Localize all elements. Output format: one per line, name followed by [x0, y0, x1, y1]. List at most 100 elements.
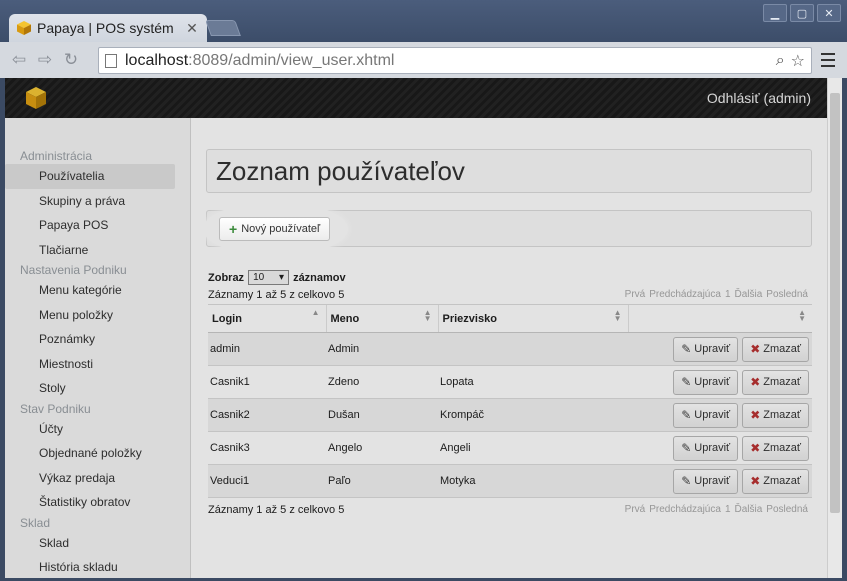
pager-first[interactable]: Prvá — [625, 504, 646, 515]
cell-priezvisko: Lopata — [438, 365, 628, 399]
users-table: Login ▲ Meno ▲ ▼ Priezvisko ▲ ▼ ▲ ▼ admin Admi… — [208, 304, 812, 498]
sidebar-item-poznamky[interactable]: Poznámky — [5, 327, 175, 352]
edit-button[interactable]: ✎ Upraviť — [673, 402, 739, 428]
delete-x-icon: ✖ — [750, 441, 761, 455]
page-title-panel: Zoznam používateľov — [206, 149, 812, 193]
papaya-logo-icon[interactable] — [25, 86, 47, 110]
sidebar-item-menu-kategorie[interactable]: Menu kategórie — [5, 278, 175, 303]
pencil-icon: ✎ — [681, 441, 692, 455]
page-length-select[interactable]: 10 ▾ — [248, 270, 290, 285]
sidebar-item-papaya-pos[interactable]: Papaya POS — [5, 213, 175, 238]
edit-button[interactable]: ✎ Upraviť — [673, 336, 739, 362]
cell-priezvisko: Angeli — [438, 431, 628, 465]
pager-bottom: Prvá Predchádzajúca 1 Ďalšia Posledná — [625, 504, 808, 515]
sidebar-item-pouzivatelia[interactable]: Používatelia — [5, 164, 175, 189]
reload-icon[interactable]: ↻ — [60, 49, 82, 71]
delete-button[interactable]: ✖ Zmazať — [742, 402, 809, 428]
search-icon[interactable]: ⌕ — [776, 52, 785, 70]
back-arrow-icon[interactable]: ⇦ — [8, 49, 30, 71]
pager-previous[interactable]: Predchádzajúca — [649, 504, 721, 515]
forward-arrow-icon[interactable]: ⇨ — [34, 49, 56, 71]
length-suffix: záznamov — [293, 271, 346, 284]
pager-last[interactable]: Posledná — [766, 289, 808, 300]
pager-next[interactable]: Ďalšia — [735, 504, 763, 515]
vertical-scrollbar[interactable] — [827, 78, 842, 578]
sidebar-item-statistiky[interactable]: Štatistiky obratov — [5, 490, 175, 515]
table-info-top: Záznamy 1 až 5 z celkovo 5 — [208, 289, 345, 301]
sidebar-item-historia-skladu[interactable]: História skladu — [5, 555, 175, 578]
logout-link[interactable]: Odhlásiť (admin) — [707, 90, 811, 106]
page-icon — [105, 53, 117, 68]
chrome-menu-icon[interactable] — [821, 53, 835, 67]
column-header-priezvisko[interactable]: Priezvisko ▲ ▼ — [437, 304, 628, 333]
sidebar-item-skupiny[interactable]: Skupiny a práva — [5, 189, 175, 214]
pager-first[interactable]: Prvá — [625, 289, 646, 300]
column-header-meno[interactable]: Meno ▲ ▼ — [325, 304, 438, 333]
chevron-down-icon: ▾ — [279, 272, 285, 283]
edit-button[interactable]: ✎ Upraviť — [673, 369, 739, 395]
pager-page-1[interactable]: 1 — [725, 289, 731, 300]
maximize-button[interactable]: ▢ — [790, 4, 814, 22]
sidebar-item-vykaz-predaja[interactable]: Výkaz predaja — [5, 466, 175, 491]
cell-login: Veduci1 — [208, 464, 326, 498]
sidebar-group-sklad: Sklad — [20, 515, 51, 530]
pager-previous[interactable]: Predchádzajúca — [649, 289, 721, 300]
url-text[interactable]: localhost:8089/admin/view_user.xhtml — [125, 52, 770, 70]
new-tab-button[interactable] — [205, 20, 241, 36]
app-header: Odhlásiť (admin) — [5, 78, 827, 118]
tab-close-icon[interactable]: ✕ — [185, 20, 199, 37]
delete-button[interactable]: ✖ Zmazať — [742, 435, 809, 461]
pager-last[interactable]: Posledná — [766, 504, 808, 515]
table-row: Casnik3 Angelo Angeli ✎ Upraviť ✖ Zmazať — [208, 431, 812, 465]
sidebar-item-sklad[interactable]: Sklad — [5, 531, 175, 556]
edit-button[interactable]: ✎ Upraviť — [673, 468, 739, 494]
sidebar-item-menu-polozky[interactable]: Menu položky — [5, 303, 175, 328]
cell-priezvisko: Motyka — [438, 464, 628, 498]
delete-x-icon: ✖ — [750, 408, 761, 422]
delete-button[interactable]: ✖ Zmazať — [742, 369, 809, 395]
delete-button[interactable]: ✖ Zmazať — [742, 468, 809, 494]
table-info-bottom: Záznamy 1 až 5 z celkovo 5 — [208, 504, 345, 516]
close-window-button[interactable]: ✕ — [817, 4, 841, 22]
sidebar-item-miestnosti[interactable]: Miestnosti — [5, 352, 175, 377]
cell-login: Casnik1 — [208, 365, 326, 399]
cell-priezvisko: Krompáč — [438, 398, 628, 432]
sidebar-group-nastavenia: Nastavenia Podniku — [20, 263, 127, 277]
column-header-actions[interactable]: ▲ ▼ — [627, 304, 812, 333]
page-length-control: Zobraz 10 ▾ záznamov — [208, 270, 346, 285]
sort-icon: ▲ ▼ — [613, 308, 622, 323]
sidebar-item-objednane-polozky[interactable]: Objednané položky — [5, 441, 175, 466]
sidebar-item-tlaciarne[interactable]: Tlačiarne — [5, 238, 175, 263]
browser-tab[interactable]: Papaya | POS systém ✕ — [9, 14, 207, 42]
pencil-icon: ✎ — [681, 375, 692, 389]
browser-toolbar: ⇦ ⇨ ↻ localhost:8089/admin/view_user.xht… — [0, 42, 847, 78]
scrollbar-thumb[interactable] — [830, 93, 840, 513]
sidebar-item-ucty[interactable]: Účty — [5, 417, 175, 442]
pencil-icon: ✎ — [681, 408, 692, 422]
edit-button[interactable]: ✎ Upraviť — [673, 435, 739, 461]
length-prefix: Zobraz — [208, 271, 245, 284]
tab-title: Papaya | POS systém — [37, 20, 174, 36]
sidebar-item-stoly[interactable]: Stoly — [5, 376, 175, 401]
cell-meno: Paľo — [326, 464, 438, 498]
bookmark-star-icon[interactable]: ☆ — [791, 51, 805, 71]
pager-next[interactable]: Ďalšia — [735, 289, 763, 300]
cell-meno: Admin — [326, 332, 438, 366]
table-row: Casnik2 Dušan Krompáč ✎ Upraviť ✖ Zmazať — [208, 398, 812, 432]
cell-login: Casnik3 — [208, 431, 326, 465]
address-bar[interactable]: localhost:8089/admin/view_user.xhtml ⌕ ☆ — [98, 47, 812, 74]
delete-x-icon: ✖ — [750, 474, 761, 488]
plus-icon: + — [229, 221, 238, 237]
new-user-label: Nový používateľ — [241, 223, 321, 235]
page-title: Zoznam používateľov — [216, 156, 465, 186]
minimize-button[interactable]: ▁ — [763, 4, 787, 22]
browser-titlebar: Papaya | POS systém ✕ ▁ ▢ ✕ — [0, 0, 847, 42]
new-user-button[interactable]: + Nový používateľ — [219, 217, 331, 241]
sort-icon: ▲ ▼ — [798, 308, 806, 323]
pager-page-1[interactable]: 1 — [725, 504, 731, 515]
sidebar: Administrácia Používatelia Skupiny a prá… — [5, 118, 191, 578]
delete-button[interactable]: ✖ Zmazať — [742, 336, 809, 362]
window-frame-right — [842, 78, 847, 581]
delete-x-icon: ✖ — [750, 342, 761, 356]
column-header-login[interactable]: Login ▲ — [208, 304, 326, 333]
